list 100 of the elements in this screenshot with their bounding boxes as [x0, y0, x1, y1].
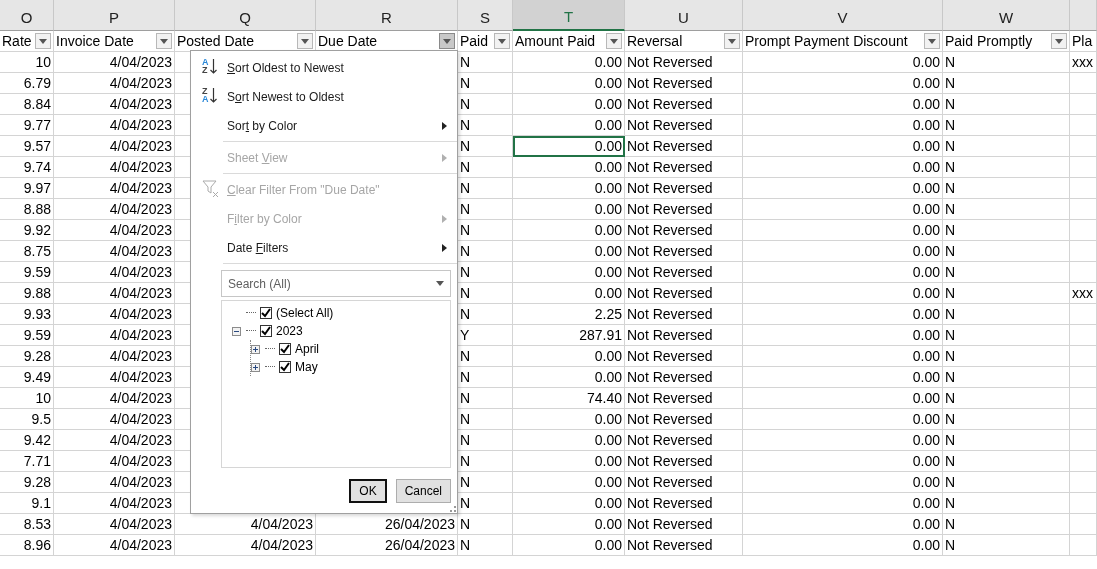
table-cell: 0.00: [513, 157, 625, 178]
checkbox[interactable]: [260, 325, 272, 337]
tree-item-label[interactable]: 2023: [276, 324, 303, 338]
tree-connector-line: [246, 330, 256, 332]
table-cell: 8.88: [0, 199, 54, 220]
table-cell: 2.25: [513, 304, 625, 325]
column-header: Reversal: [627, 33, 683, 49]
table-cell: 0.00: [743, 451, 943, 472]
resize-grip-icon[interactable]: [450, 506, 456, 512]
filter-button[interactable]: [924, 33, 940, 49]
table-cell: 0.00: [743, 52, 943, 73]
menu-item[interactable]: Date Filters: [191, 233, 457, 262]
tree-connector-line: [265, 348, 275, 350]
clear-filter-icon: [202, 180, 220, 198]
dialog-button[interactable]: OK: [349, 479, 387, 503]
table-cell: 4/04/2023: [54, 472, 175, 493]
checkbox[interactable]: [279, 361, 291, 373]
filter-button[interactable]: [297, 33, 313, 49]
filter-button[interactable]: [156, 33, 172, 49]
table-cell: 4/04/2023: [54, 241, 175, 262]
empty-cell: [1070, 241, 1097, 262]
table-cell: 4/04/2023: [54, 199, 175, 220]
caret-icon: [728, 38, 736, 44]
table-cell: 4/04/2023: [54, 283, 175, 304]
empty-cell: [1070, 409, 1097, 430]
expand-icon[interactable]: [251, 344, 260, 354]
column-letter[interactable]: V: [743, 0, 943, 31]
column-letter[interactable]: W: [943, 0, 1070, 31]
column-header: Posted Date: [177, 33, 255, 49]
menu-item[interactable]: Sort by Color: [191, 111, 457, 140]
table-cell: 0.00: [513, 535, 625, 556]
caret-icon: [443, 38, 451, 44]
table-cell: N: [943, 514, 1070, 535]
table-cell: 6.79: [0, 73, 54, 94]
table-cell: 4/04/2023: [54, 451, 175, 472]
table-cell: 8.84: [0, 94, 54, 115]
column-letter[interactable]: U: [625, 0, 743, 31]
table-cell: 0.00: [513, 493, 625, 514]
table-cell: 4/04/2023: [54, 430, 175, 451]
table-cell: N: [943, 346, 1070, 367]
tree-item-label[interactable]: May: [295, 360, 318, 374]
table-cell: 4/04/2023: [54, 367, 175, 388]
table-cell: 0.00: [743, 283, 943, 304]
table-cell: 0.00: [513, 199, 625, 220]
table-cell: 9.1: [0, 493, 54, 514]
table-cell: 4/04/2023: [54, 409, 175, 430]
table-cell: N: [943, 199, 1070, 220]
table-cell: N: [943, 535, 1070, 556]
down-arrow-icon: [209, 87, 217, 103]
column-letter[interactable]: P: [54, 0, 175, 31]
table-cell: 4/04/2023: [54, 178, 175, 199]
table-cell: 7.71: [0, 451, 54, 472]
tree-item-label[interactable]: April: [295, 342, 319, 356]
filter-button[interactable]: [1051, 33, 1067, 49]
empty-cell: [1070, 94, 1097, 115]
filter-button[interactable]: [606, 33, 622, 49]
table-cell: N: [943, 241, 1070, 262]
column-letter[interactable]: O: [0, 0, 54, 31]
tree-item-label[interactable]: (Select All): [276, 306, 334, 320]
table-cell: Not Reversed: [625, 220, 743, 241]
filter-button[interactable]: [724, 33, 740, 49]
tree-connector-line: [246, 312, 256, 314]
checkbox[interactable]: [279, 343, 291, 355]
submenu-arrow-icon: [442, 214, 447, 223]
collapse-icon[interactable]: [232, 326, 241, 336]
column-letter[interactable]: Q: [175, 0, 316, 31]
checkbox[interactable]: [260, 307, 272, 319]
table-cell: 9.74: [0, 157, 54, 178]
table-cell: 9.88: [0, 283, 54, 304]
expand-icon[interactable]: [251, 362, 260, 372]
table-cell: 0.00: [743, 157, 943, 178]
dialog-button[interactable]: Cancel: [395, 479, 451, 503]
empty-cell: [1070, 451, 1097, 472]
table-cell: 4/04/2023: [54, 262, 175, 283]
table-cell: 8.53: [0, 514, 54, 535]
table-cell: 0.00: [513, 262, 625, 283]
search-field[interactable]: Search (All): [221, 270, 451, 297]
table-cell: 0.00: [513, 220, 625, 241]
column-letter[interactable]: T: [513, 0, 625, 31]
table-cell: Not Reversed: [625, 472, 743, 493]
table-cell: 0.00: [513, 52, 625, 73]
filter-button[interactable]: [439, 33, 455, 49]
menu-item[interactable]: Z A Sort Newest to Oldest: [191, 82, 457, 111]
menu-item[interactable]: A Z Sort Oldest to Newest: [191, 53, 457, 82]
table-cell: 4/04/2023: [54, 115, 175, 136]
column-header: Prompt Payment Discount: [745, 33, 908, 49]
table-cell: Not Reversed: [625, 73, 743, 94]
table-cell: 0.00: [743, 136, 943, 157]
filter-button[interactable]: [494, 33, 510, 49]
filter-button[interactable]: [35, 33, 51, 49]
table-cell: Not Reversed: [625, 199, 743, 220]
caret-icon: [1055, 38, 1063, 44]
empty-cell: [1070, 535, 1097, 556]
table-cell: 4/04/2023: [54, 535, 175, 556]
dropdown-caret-icon: [436, 281, 444, 286]
column-letter[interactable]: R: [316, 0, 458, 31]
column-letter[interactable]: S: [458, 0, 513, 31]
table-cell: 0.00: [743, 430, 943, 451]
table-cell: 0.00: [743, 367, 943, 388]
submenu-arrow-icon: [442, 121, 447, 130]
